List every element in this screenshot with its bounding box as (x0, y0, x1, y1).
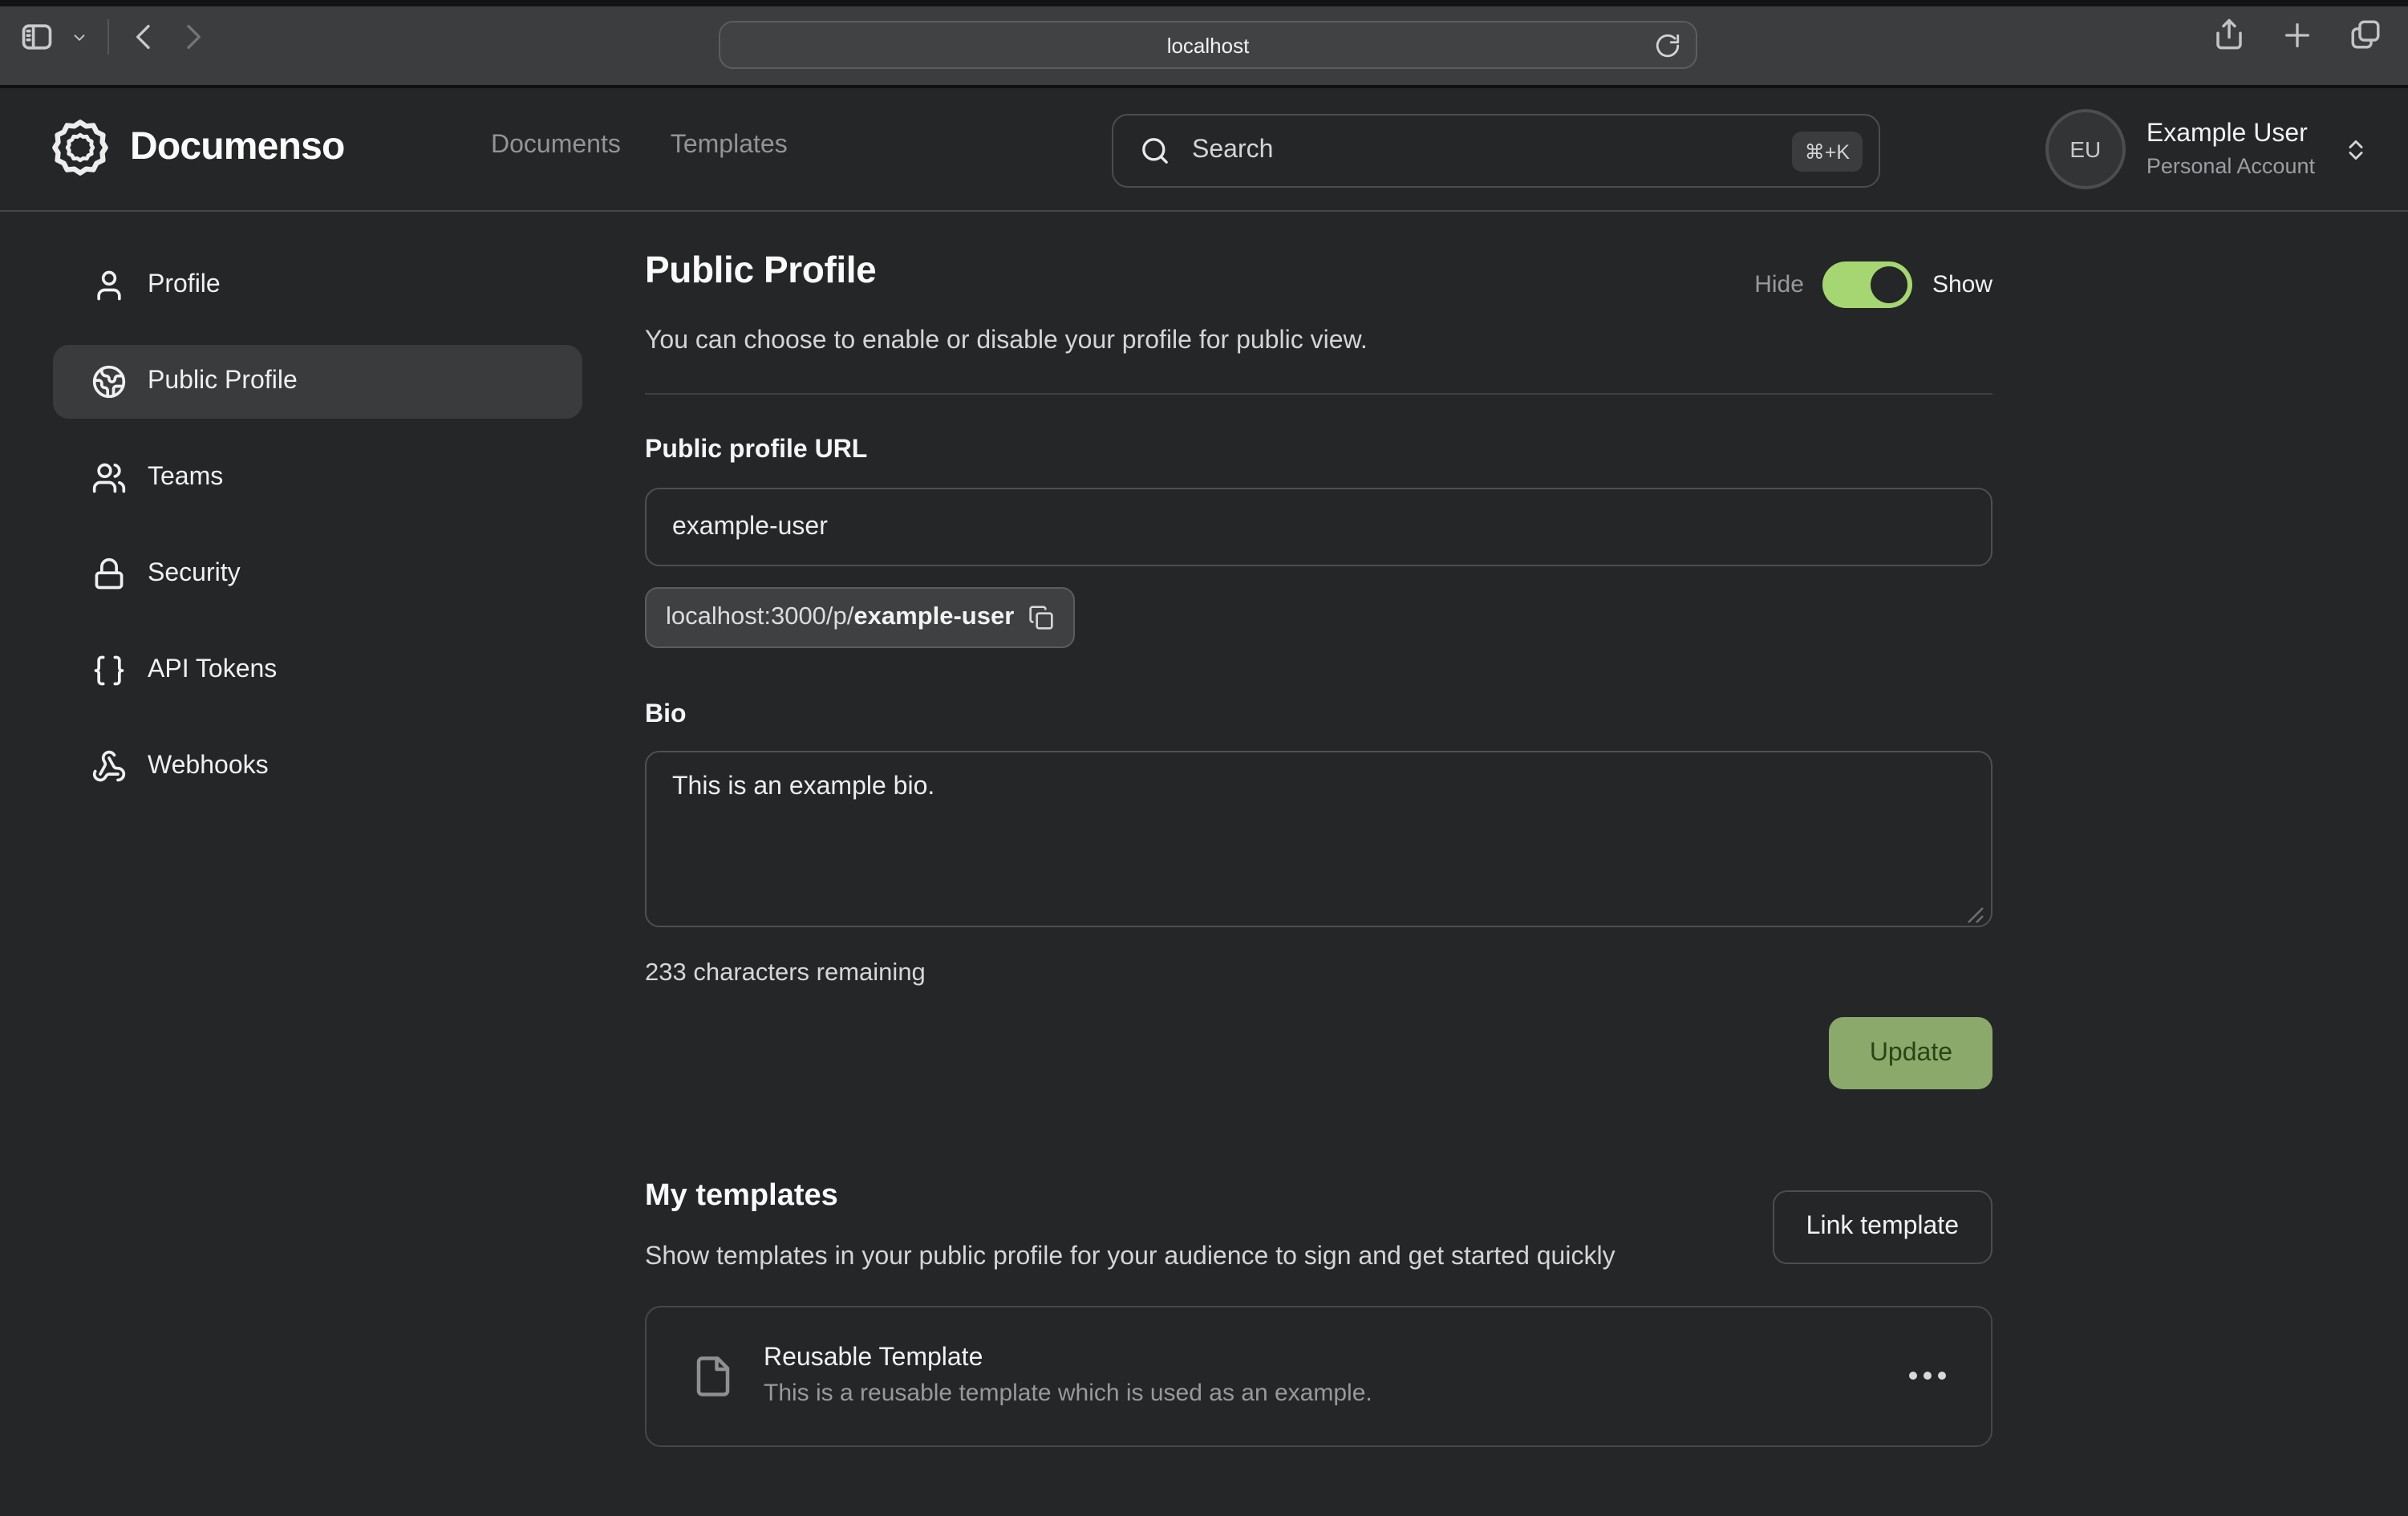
template-menu-ellipsis-icon[interactable] (1909, 1372, 1946, 1380)
chevron-down-icon[interactable] (71, 28, 88, 46)
sidebar-item-label: API Tokens (148, 656, 277, 685)
sidebar-item-teams[interactable]: Teams (53, 441, 582, 515)
sidebar-item-api-tokens[interactable]: API Tokens (53, 634, 582, 707)
search-icon (1139, 135, 1171, 167)
sidebar-item-label: Profile (148, 271, 221, 300)
search-placeholder: Search (1192, 136, 1792, 165)
browser-toolbar: localhost (0, 0, 2408, 88)
section-divider (645, 393, 1992, 395)
sidebar-item-security[interactable]: Security (53, 537, 582, 611)
users-icon (91, 460, 127, 496)
sidebar-item-public-profile[interactable]: Public Profile (53, 345, 582, 419)
bio-textarea[interactable]: This is an example bio. (645, 751, 1992, 927)
public-url-text: localhost:3000/p/example-user (666, 603, 1014, 632)
profile-visibility-switch[interactable] (1823, 261, 1913, 308)
my-templates-title: My templates (645, 1179, 1615, 1214)
back-button[interactable] (128, 21, 160, 53)
settings-sidebar: Profile Public Profile Teams (53, 249, 582, 826)
profile-url-label: Public profile URL (645, 436, 1992, 465)
user-name: Example User (2147, 120, 2315, 149)
sidebar-item-label: Teams (148, 464, 223, 492)
address-bar[interactable]: localhost (719, 21, 1697, 69)
update-button[interactable]: Update (1830, 1017, 1992, 1089)
documenso-logo-icon (50, 117, 111, 178)
reload-icon[interactable] (1654, 32, 1681, 59)
app-header: Documenso Documents Templates Search ⌘+K… (0, 88, 2408, 212)
sidebar-item-profile[interactable]: Profile (53, 249, 582, 322)
braces-icon (91, 653, 127, 688)
app-window: localhost (0, 0, 2408, 1516)
user-icon (91, 268, 127, 303)
top-nav: Documents Templates (491, 132, 788, 160)
toolbar-divider (107, 19, 109, 55)
toggle-hide-label: Hide (1754, 271, 1804, 298)
nav-documents[interactable]: Documents (491, 132, 621, 160)
main-content: Public Profile Hide Show You can choose … (645, 249, 1992, 1447)
copy-icon (1028, 605, 1054, 630)
search-shortcut-badge: ⌘+K (1792, 131, 1863, 171)
brand[interactable]: Documenso (50, 117, 345, 178)
characters-remaining: 233 characters remaining (645, 959, 1992, 988)
search-input[interactable]: Search ⌘+K (1112, 114, 1880, 188)
brand-name: Documenso (130, 125, 345, 170)
sidebar-item-label: Webhooks (148, 752, 269, 781)
link-template-button[interactable]: Link template (1773, 1190, 1992, 1264)
profile-url-input[interactable] (645, 488, 1992, 566)
sidebar-item-label: Public Profile (148, 367, 298, 396)
forward-button[interactable] (176, 21, 209, 53)
nav-templates[interactable]: Templates (671, 132, 788, 160)
lock-icon (91, 557, 127, 592)
page-subtitle: You can choose to enable or disable your… (645, 327, 1992, 356)
chevrons-up-down-icon (2342, 136, 2369, 163)
switch-knob (1871, 266, 1908, 303)
bio-label: Bio (645, 701, 1992, 730)
user-menu[interactable]: EU Example User Personal Account (2045, 109, 2369, 189)
page-title: Public Profile (645, 249, 876, 292)
sidebar-item-label: Security (148, 560, 241, 589)
toggle-show-label: Show (1932, 271, 1992, 298)
profile-visibility-toggle-group: Hide Show (1754, 261, 1992, 308)
template-description: This is a reusable template which is use… (764, 1380, 1372, 1408)
browser-sidebar-icon[interactable] (19, 19, 55, 55)
webhook-icon (91, 749, 127, 784)
avatar: EU (2045, 109, 2126, 189)
new-tab-icon[interactable] (2281, 18, 2313, 51)
share-icon[interactable] (2212, 18, 2246, 51)
sidebar-item-webhooks[interactable]: Webhooks (53, 730, 582, 804)
file-icon (691, 1349, 735, 1404)
tab-overview-icon[interactable] (2349, 18, 2382, 51)
template-name: Reusable Template (764, 1345, 1372, 1374)
globe-icon (91, 364, 127, 399)
user-account-type: Personal Account (2147, 154, 2315, 178)
my-templates-description: Show templates in your public profile fo… (645, 1237, 1615, 1279)
template-list-item[interactable]: Reusable Template This is a reusable tem… (645, 1306, 1992, 1447)
address-bar-url: localhost (1167, 33, 1250, 57)
public-url-copy-chip[interactable]: localhost:3000/p/example-user (645, 587, 1075, 648)
